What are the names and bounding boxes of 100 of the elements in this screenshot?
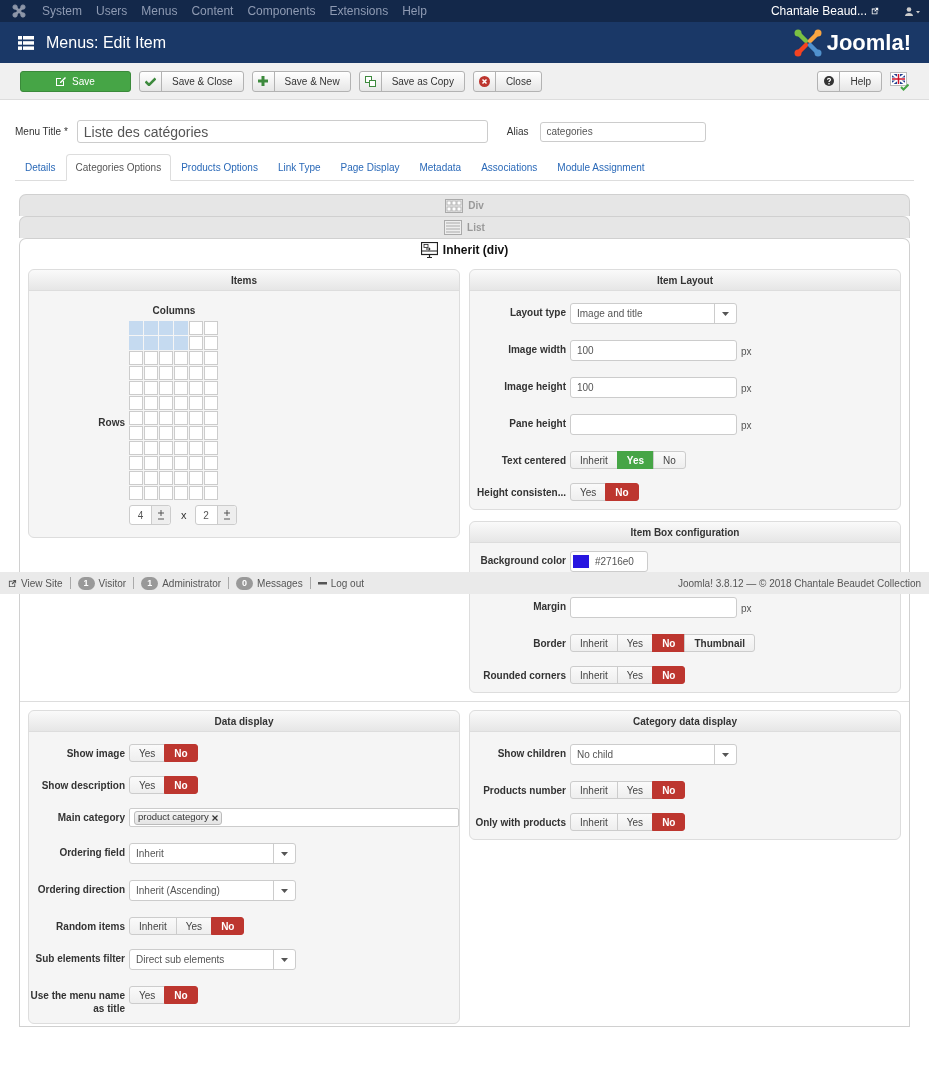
- toggle-option[interactable]: Thumbnail: [684, 634, 756, 652]
- grid-cell[interactable]: [204, 366, 218, 380]
- grid-cell[interactable]: [159, 426, 173, 440]
- toggle-option[interactable]: Yes: [129, 986, 166, 1004]
- menu-item[interactable]: Menus: [141, 2, 178, 20]
- grid-cell[interactable]: [144, 321, 158, 335]
- grid-cell[interactable]: [129, 426, 143, 440]
- toggle-option[interactable]: No: [211, 917, 245, 935]
- toggle-option[interactable]: No: [652, 634, 686, 652]
- grid-cell[interactable]: [159, 366, 173, 380]
- grid-cell[interactable]: [129, 411, 143, 425]
- grid-cell[interactable]: [174, 456, 188, 470]
- select-field[interactable]: Image and title: [570, 303, 737, 324]
- grid-cell[interactable]: [129, 366, 143, 380]
- grid-cell[interactable]: [189, 351, 203, 365]
- grid-cell[interactable]: [189, 486, 203, 500]
- toggle-option[interactable]: Yes: [129, 744, 166, 762]
- grid-cell[interactable]: [174, 396, 188, 410]
- toggle-option[interactable]: Yes: [570, 483, 607, 501]
- remove-icon[interactable]: [211, 814, 218, 821]
- menu-item[interactable]: Help: [402, 2, 427, 20]
- toggle-option[interactable]: Yes: [616, 666, 654, 684]
- grid-cell[interactable]: [174, 336, 188, 350]
- tab[interactable]: Categories Options: [65, 154, 172, 181]
- grid-cell[interactable]: [159, 381, 173, 395]
- toggle-option[interactable]: Inherit: [570, 813, 618, 831]
- status-link[interactable]: Log out: [330, 575, 365, 591]
- toggle-option[interactable]: Inherit: [570, 634, 618, 652]
- grid-cell[interactable]: [204, 396, 218, 410]
- number-spinner[interactable]: 4: [129, 505, 171, 525]
- tag-field[interactable]: product category: [129, 808, 459, 827]
- grid-cell[interactable]: [174, 426, 188, 440]
- tab[interactable]: Module Assignment: [547, 154, 655, 181]
- grid-cell[interactable]: [144, 471, 158, 485]
- grid-cell[interactable]: [129, 456, 143, 470]
- toggle-option[interactable]: No: [164, 744, 198, 762]
- plus-icon[interactable]: [158, 510, 164, 516]
- grid-cell[interactable]: [189, 366, 203, 380]
- menu-item[interactable]: Users: [96, 2, 128, 20]
- grid-cell[interactable]: [159, 396, 173, 410]
- menu-item[interactable]: Components: [247, 2, 316, 20]
- grid-cell[interactable]: [174, 366, 188, 380]
- grid-cell[interactable]: [204, 471, 218, 485]
- menu-item[interactable]: Content: [191, 2, 234, 20]
- grid-cell[interactable]: [189, 381, 203, 395]
- grid-cell[interactable]: [189, 411, 203, 425]
- grid-cell[interactable]: [159, 456, 173, 470]
- color-field[interactable]: #2716e0: [570, 551, 648, 572]
- toggle-option[interactable]: Inherit: [570, 666, 618, 684]
- menu-item[interactable]: Extensions: [329, 2, 389, 20]
- title-field[interactable]: Liste des catégories: [76, 120, 488, 143]
- input-field[interactable]: [570, 597, 737, 618]
- grid-cell[interactable]: [129, 441, 143, 455]
- tab[interactable]: Link Type: [267, 154, 331, 181]
- grid-cell[interactable]: [129, 351, 143, 365]
- grid-cell[interactable]: [189, 321, 203, 335]
- close-button[interactable]: Close: [472, 70, 543, 92]
- grid-cell[interactable]: [144, 441, 158, 455]
- grid-cell[interactable]: [159, 486, 173, 500]
- user-name-link[interactable]: Chantale Beaud...: [770, 2, 867, 20]
- grid-cell[interactable]: [144, 351, 158, 365]
- toggle-option[interactable]: No: [652, 781, 686, 799]
- grid-cell[interactable]: [174, 411, 188, 425]
- toolbar-button[interactable]: Save as Copy: [358, 70, 465, 92]
- grid-cell[interactable]: [144, 396, 158, 410]
- toggle-option[interactable]: Yes: [129, 776, 166, 794]
- grid-cell[interactable]: [144, 426, 158, 440]
- toolbar-button[interactable]: Save & Close: [139, 70, 244, 92]
- grid-cell[interactable]: [189, 471, 203, 485]
- select-field[interactable]: Direct sub elements: [129, 949, 296, 970]
- status-link[interactable]: Messages: [257, 575, 303, 591]
- input-field[interactable]: 100: [570, 340, 737, 361]
- minus-icon[interactable]: [158, 518, 164, 520]
- tab[interactable]: Details: [15, 154, 66, 181]
- toggle-option[interactable]: No: [605, 483, 639, 501]
- minus-icon[interactable]: [223, 518, 230, 520]
- grid-cell[interactable]: [174, 321, 188, 335]
- input-field[interactable]: 100: [570, 377, 737, 398]
- layout-option[interactable]: Inherit (div): [19, 238, 910, 260]
- grid-cell[interactable]: [129, 381, 143, 395]
- grid-cell[interactable]: [174, 381, 188, 395]
- toggle-option[interactable]: No: [164, 986, 198, 1004]
- user-icon[interactable]: [905, 6, 921, 16]
- select-field[interactable]: Inherit (Ascending): [129, 880, 296, 901]
- tab[interactable]: Metadata: [409, 154, 472, 181]
- grid-cell[interactable]: [204, 336, 218, 350]
- grid-cell[interactable]: [204, 456, 218, 470]
- tab[interactable]: Page Display: [330, 154, 410, 181]
- number-spinner[interactable]: 2: [194, 505, 237, 525]
- grid-cell[interactable]: [204, 426, 218, 440]
- grid-cell[interactable]: [159, 441, 173, 455]
- status-link[interactable]: View Site: [21, 575, 63, 591]
- toggle-option[interactable]: No: [653, 451, 686, 469]
- toggle-option[interactable]: Yes: [616, 813, 654, 831]
- grid-cell[interactable]: [129, 471, 143, 485]
- input-field[interactable]: [570, 414, 737, 435]
- grid-cell[interactable]: [204, 486, 218, 500]
- joomla-icon[interactable]: [12, 4, 26, 18]
- grid-cell[interactable]: [159, 351, 173, 365]
- grid-cell[interactable]: [204, 351, 218, 365]
